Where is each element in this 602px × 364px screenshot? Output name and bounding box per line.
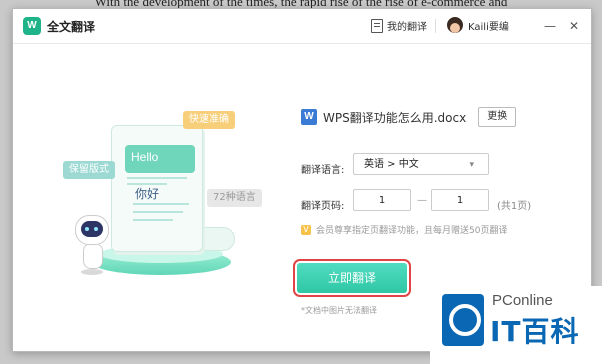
username: Kaili要编 — [468, 21, 509, 33]
minimize-button[interactable]: — — [543, 19, 557, 33]
app-title: 全文翻译 — [47, 20, 96, 34]
user-account[interactable]: Kaili要编 — [447, 17, 509, 33]
vip-note-row: V 会员尊享指定页翻译功能，且每月赠送50页翻译 — [301, 223, 507, 236]
watermark-site: IT百科 — [490, 315, 580, 348]
document-icon — [371, 18, 383, 33]
keep-format-bubble: 保留版式 — [63, 161, 115, 179]
page-total: (共1页) — [497, 201, 532, 212]
close-button[interactable]: ✕ — [567, 19, 581, 33]
robot-mascot — [75, 215, 109, 277]
page-range-dash: — — [417, 195, 427, 206]
watermark-brand: PConline — [492, 292, 553, 309]
my-translations-button[interactable]: 我的翻译 — [371, 18, 427, 33]
background-document-text: With the development of the times, the r… — [94, 0, 508, 8]
text-line — [127, 177, 187, 179]
illustration: Hello 你好 快速准确 保留版式 72种语言 — [41, 97, 291, 297]
fast-accurate-bubble: 快速准确 — [183, 111, 235, 129]
title-bar: W 全文翻译 我的翻译 Kaili要编 — ✕ — [13, 9, 591, 44]
translation-pages-label: 翻译页码: — [301, 201, 345, 212]
avatar — [447, 17, 463, 33]
robot-face — [81, 221, 103, 237]
my-translations-label: 我的翻译 — [387, 22, 427, 33]
language-select[interactable]: 英语 > 中文 ▾ — [353, 153, 489, 175]
hello-card: Hello — [125, 145, 195, 173]
robot-head — [75, 215, 109, 245]
robot-eye — [85, 227, 89, 231]
file-name: WPS翻译功能怎么用.docx — [323, 110, 467, 125]
chevron-down-icon: ▾ — [469, 160, 474, 170]
pconline-logo-icon — [442, 294, 484, 346]
file-row: W WPS翻译功能怎么用.docx 更换 — [301, 107, 517, 127]
header-divider — [435, 19, 436, 33]
vip-note-text: 会员尊享指定页翻译功能，且每月赠送50页翻译 — [316, 226, 508, 236]
page-from-input[interactable]: 1 — [353, 189, 411, 211]
image-not-translatable-note: *文档中图片无法翻译 — [301, 306, 377, 315]
wps-document-icon: W — [301, 109, 317, 125]
language-select-value: 英语 > 中文 — [364, 159, 419, 170]
text-line — [133, 203, 189, 205]
translation-language-label: 翻译语言: — [301, 165, 345, 176]
vip-crown-icon: V — [301, 224, 311, 235]
robot-eye — [94, 227, 98, 231]
robot-shadow — [81, 269, 103, 275]
text-line — [133, 219, 173, 221]
languages-bubble: 72种语言 — [207, 189, 262, 207]
app-logo-icon: W — [23, 17, 41, 35]
nihao-text: 你好 — [135, 187, 160, 201]
robot-body — [83, 243, 103, 269]
page-to-input[interactable]: 1 — [431, 189, 489, 211]
change-file-button[interactable]: 更换 — [478, 107, 517, 127]
text-line — [133, 211, 183, 213]
translate-now-button[interactable]: 立即翻译 — [293, 259, 411, 297]
watermark: PConline IT百科 — [430, 286, 602, 364]
